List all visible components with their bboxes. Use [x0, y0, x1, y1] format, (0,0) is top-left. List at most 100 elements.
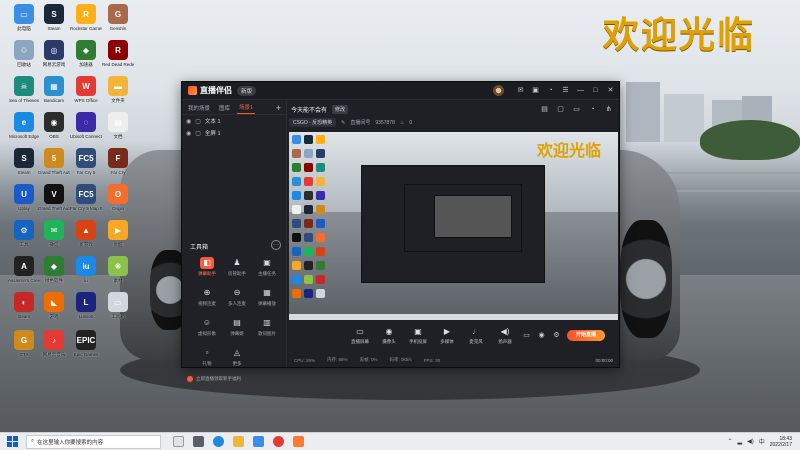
- volume-icon[interactable]: ◀): [747, 438, 754, 445]
- desktop-icon[interactable]: ▬ 文件夹: [102, 76, 134, 116]
- desktop-icon[interactable]: ◆ 绿色软件: [38, 256, 70, 296]
- desktop-icon[interactable]: ✉ 微信: [38, 220, 70, 260]
- toolbox-item[interactable]: ▣ 主播任务: [250, 257, 284, 285]
- tray-expand-icon[interactable]: ⌃: [727, 438, 732, 445]
- desktop-icon[interactable]: EPIC Epic Games: [70, 330, 102, 370]
- desktop-icon[interactable]: ⚙ 工具: [8, 220, 40, 260]
- desktop-icon[interactable]: ◎ 网易云游戏: [38, 40, 70, 80]
- maximize-icon[interactable]: □: [591, 86, 600, 95]
- desktop-icon[interactable]: A Assassin's Creed: [8, 256, 40, 296]
- source-control-item[interactable]: ◀) 扬声器: [494, 327, 516, 345]
- chat-icon[interactable]: ▭: [572, 105, 581, 114]
- start-button[interactable]: [4, 436, 20, 448]
- tab-my-scenes[interactable]: 我的场景: [186, 102, 212, 114]
- source-control-item[interactable]: ▣ 手机投屏: [407, 327, 429, 345]
- user-avatar[interactable]: [493, 85, 504, 96]
- desktop-icon[interactable]: ♲ 回收站: [8, 40, 40, 80]
- tab-scene-1[interactable]: 场景1: [237, 101, 256, 114]
- desktop-icon[interactable]: ◌ Ubisoft Connect: [70, 112, 102, 152]
- tab-gallery[interactable]: 图库: [217, 102, 232, 114]
- lock-icon[interactable]: ▢: [195, 118, 201, 125]
- desktop-icon[interactable]: ▭ 此电脑: [8, 4, 40, 44]
- desktop-icon[interactable]: FC5 Far Cry 5: [70, 148, 102, 188]
- game-category-select[interactable]: CSGO - 反恐精英: [289, 118, 337, 127]
- add-scene-icon[interactable]: +: [276, 103, 281, 113]
- toolbox-item[interactable]: ☺ 虚拟形象: [190, 317, 224, 345]
- minimize-icon[interactable]: —: [576, 86, 585, 95]
- message-icon[interactable]: ✉: [516, 86, 525, 95]
- desktop-icon[interactable]: V Grand Theft Auto V: [38, 184, 70, 224]
- desktop-icon[interactable]: R Rockstar Games...: [70, 4, 102, 44]
- streaming-app-icon[interactable]: [293, 436, 304, 447]
- toolbox-item[interactable]: ◬ 更多: [220, 347, 254, 375]
- desktop-icon[interactable]: ◆ 加速器: [70, 40, 102, 80]
- gift-icon[interactable]: ▣: [531, 86, 540, 95]
- settings-icon[interactable]: ☰: [561, 86, 570, 95]
- edit-title-button[interactable]: 修改: [332, 104, 349, 114]
- toolbox-item[interactable]: ♟ 房管助手: [220, 257, 254, 285]
- task-view-icon[interactable]: [173, 436, 184, 447]
- start-live-button[interactable]: 开始直播: [567, 330, 605, 341]
- desktop-icon[interactable]: ◐ steam: [8, 292, 40, 332]
- gift-box-icon[interactable]: ▤: [540, 105, 549, 114]
- desktop-icon[interactable]: F Far Cry: [102, 148, 134, 188]
- widgets-icon[interactable]: [193, 436, 204, 447]
- desktop-icon[interactable]: ◉ OBS: [38, 112, 70, 152]
- desktop-icon[interactable]: G Genshin: [102, 4, 134, 44]
- desktop-icon[interactable]: S Steam: [38, 4, 70, 44]
- desktop-icon[interactable]: O Origin: [102, 184, 134, 224]
- desktop-icon[interactable]: U Uplay: [8, 184, 40, 224]
- preview-eye-icon[interactable]: ◉: [537, 331, 546, 340]
- edge-icon[interactable]: [213, 436, 224, 447]
- notification-icon[interactable]: ◔: [588, 105, 597, 114]
- desktop-icon[interactable]: R Red Dead Redemption: [102, 40, 134, 80]
- camera-toggle-icon[interactable]: ▭: [522, 331, 531, 340]
- music-app-icon[interactable]: [273, 436, 284, 447]
- desktop-icon[interactable]: ▶ 优酷: [102, 220, 134, 260]
- source-control-item[interactable]: ♩ 麦克风: [465, 327, 487, 345]
- network-icon[interactable]: ▂: [737, 438, 742, 445]
- toolbox-item[interactable]: ▤ 弹幕姬: [220, 317, 254, 345]
- source-control-item[interactable]: ◉ 摄像头: [378, 327, 400, 345]
- desktop-icon[interactable]: 5 Grand Theft Auto V: [38, 148, 70, 188]
- desktop-icon[interactable]: ▭ 工具箱: [102, 292, 134, 332]
- source-control-item[interactable]: ▶ 多媒体: [436, 327, 458, 345]
- edition-badge[interactable]: 新版: [237, 85, 257, 96]
- share-icon[interactable]: ⋔: [604, 105, 613, 114]
- close-icon[interactable]: ✕: [606, 86, 615, 95]
- lock-icon[interactable]: ▢: [195, 130, 201, 137]
- toolbox-item[interactable]: ▦ 弹幕播放: [250, 287, 284, 315]
- ime-icon[interactable]: 中: [759, 437, 765, 446]
- edit-category-icon[interactable]: ✎: [341, 120, 345, 126]
- desktop-icon[interactable]: ▤ 文档: [102, 112, 134, 152]
- desktop-icon[interactable]: iu iu: [70, 256, 102, 296]
- desktop-icon[interactable]: ◣ 游戏: [38, 292, 70, 332]
- desktop-icon[interactable]: ❋ 素材: [102, 256, 134, 296]
- lock-icon[interactable]: ▢: [556, 105, 565, 114]
- toolbox-item[interactable]: ⊕ 视频连麦: [190, 287, 224, 315]
- desktop-icon[interactable]: e Microsoft Edge: [8, 112, 40, 152]
- gear-icon[interactable]: ⚙: [552, 331, 561, 340]
- desktop-icon[interactable]: ▦ Bandicam: [38, 76, 70, 116]
- visibility-icon[interactable]: ◉: [186, 118, 191, 125]
- file-explorer-icon[interactable]: [233, 436, 244, 447]
- desktop-icon[interactable]: W WPS Office: [70, 76, 102, 116]
- desktop-icon[interactable]: L Lumion: [70, 292, 102, 332]
- promo-banner[interactable]: 立即直播领取新手福利: [187, 376, 241, 382]
- toolbox-item[interactable]: ◧ 弹幕助手: [190, 257, 224, 285]
- desktop-icon[interactable]: ♪ 网易云音乐: [38, 330, 70, 370]
- toolbox-item[interactable]: ▥ 歌词图片: [250, 317, 284, 345]
- bell-icon[interactable]: ◔: [546, 86, 555, 95]
- desktop-icon[interactable]: ☠ Sea of Thieves: [8, 76, 40, 116]
- source-item-fullscreen[interactable]: ◉ ▢ 全屏 1: [182, 127, 286, 139]
- taskbar-search[interactable]: ⌕ 在这里输入你要搜索的内容: [26, 434, 161, 449]
- toolbox-item[interactable]: ▫ 礼物: [190, 347, 224, 375]
- toolbox-item[interactable]: ⊖ 多人连麦: [220, 287, 254, 315]
- system-clock[interactable]: 18:43 2022/2/17: [770, 436, 792, 448]
- desktop-icon[interactable]: G GTA: [8, 330, 40, 370]
- source-item-text[interactable]: ◉ ▢ 文本 1: [182, 115, 286, 127]
- desktop-icon[interactable]: FC5 Far Cry 5 Map Editor: [70, 184, 102, 224]
- toolbox-more-button[interactable]: ···: [271, 240, 281, 250]
- visibility-icon[interactable]: ◉: [186, 130, 191, 137]
- desktop-icon[interactable]: S Steam: [8, 148, 40, 188]
